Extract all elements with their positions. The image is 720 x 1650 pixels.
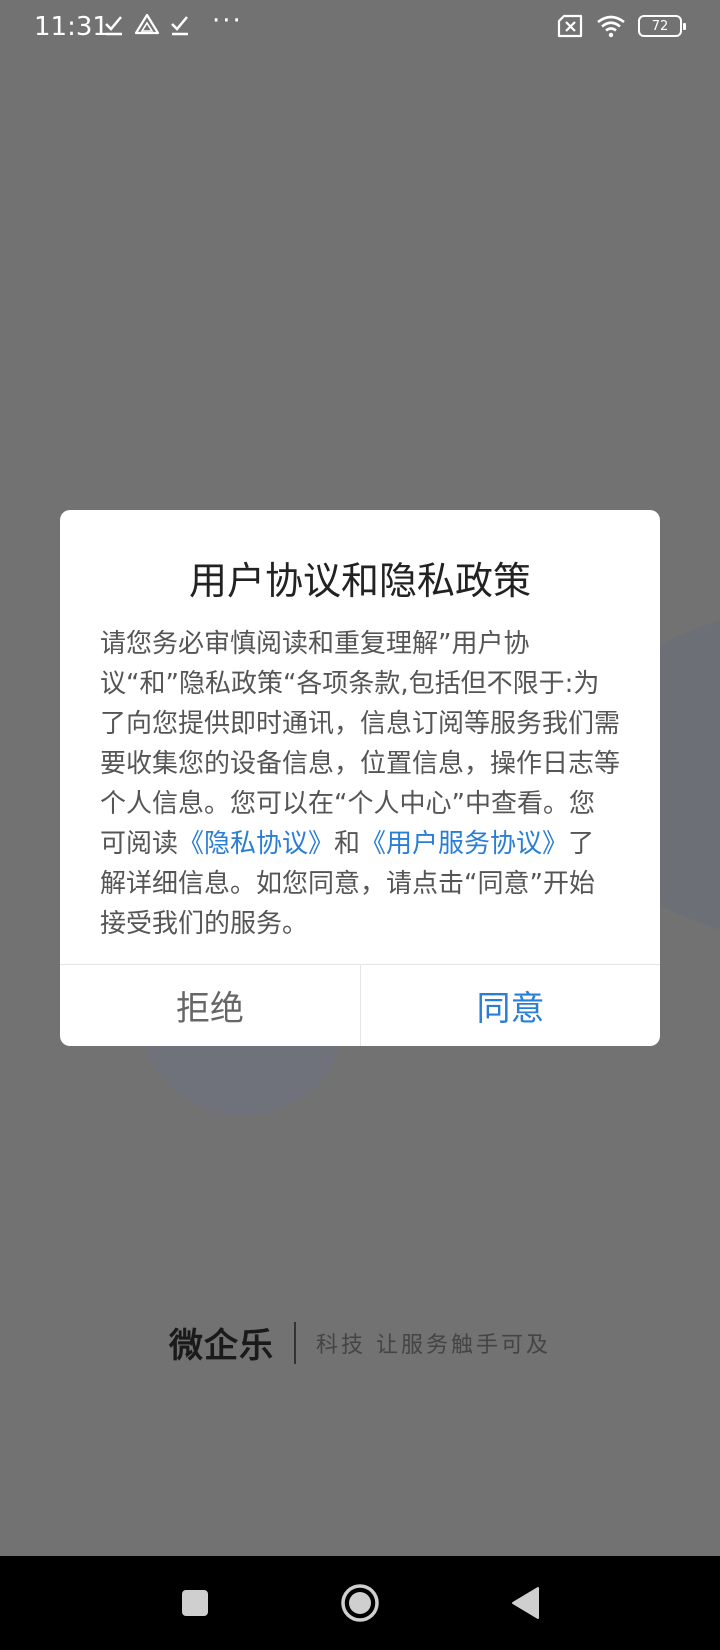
dialog-message-connector: 和 [334,829,361,859]
back-button[interactable] [500,1556,550,1650]
reject-button[interactable]: 拒绝 [60,965,360,1046]
brand-footer: 微企乐 科技 让服务触手可及 [0,1318,720,1367]
battery-level: 72 [651,18,669,34]
dialog-message: 请您务必审慎阅读和重复理解”用户协议“和”隐私政策“各项条款,包括但不限于:为了… [100,624,620,944]
brand-separator [294,1321,296,1364]
dialog-title: 用户协议和隐私政策 [188,559,531,603]
agree-button[interactable]: 同意 [361,965,660,1046]
status-bar: 11:31 ··· 72 [0,0,720,54]
battery-icon: 72 [638,15,686,37]
dialog-message-text: 请您务必审慎阅读和重复理解”用户协议“和”隐私政策“各项条款,包括但不限于:为了… [100,629,621,859]
home-button[interactable] [335,1556,385,1650]
no-sim-icon [557,14,583,38]
recent-apps-button[interactable] [170,1556,220,1650]
privacy-dialog: 用户协议和隐私政策 请您务必审慎阅读和重复理解”用户协议“和”隐私政策“各项条款… [60,510,660,1046]
user-service-agreement-link[interactable]: 《用户服务协议》 [360,829,568,859]
more-notifications-icon: ··· [212,6,243,36]
home-circle-icon [341,1584,379,1622]
square-icon [182,1590,208,1616]
brand-logo: 微企乐 [169,1326,274,1366]
download-done-icon [171,16,188,36]
back-triangle-icon [512,1587,539,1619]
brand-slogan: 科技 让服务触手可及 [316,1332,551,1358]
system-icons: 72 [556,14,686,38]
drive-icon [134,13,160,35]
navigation-bar [0,1556,720,1650]
status-time: 11:31 [34,12,109,42]
privacy-policy-link[interactable]: 《隐私协议》 [178,829,334,859]
wifi-icon [597,15,625,38]
splash-screen: 11:31 ··· 72 用户协议和隐私政策 请您务必审慎阅读和重复理解”用户协… [0,0,720,1556]
download-done-icon [105,16,122,36]
notification-icons [104,12,190,38]
